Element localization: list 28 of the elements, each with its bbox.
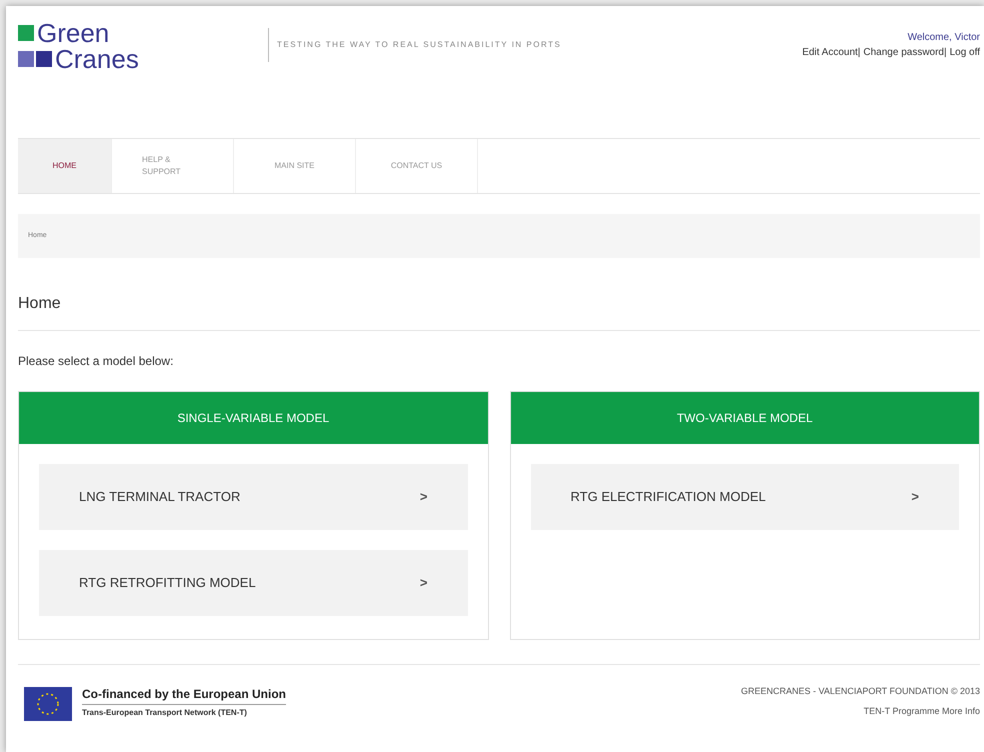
nav-tab[interactable]: HOME [18,139,112,193]
tagline: TESTING THE WAY TO REAL SUSTAINABILITY IN PORTS [277,39,562,51]
logo-square-icon [18,25,34,41]
copyright-text: GREENCRANES - VALENCIAPORT FOUNDATION © 2013 [740,685,980,698]
chevron-text: > [420,488,428,506]
panel-title: TWO-VARIABLE MODEL [676,410,813,427]
eu-flag-icon [24,687,72,721]
intro-text: Please select a model below: [18,354,174,368]
account-link[interactable]: Log off [950,45,980,60]
chevron-text: > [911,488,919,506]
logo-squares-icon [18,51,52,67]
model-button[interactable]: LNG TERMINAL TRACTOR > [39,464,468,530]
model-label: RTG ELECTRIFICATION MODEL [570,488,766,506]
logo-text: Green [37,20,110,46]
page-title: Home [18,295,61,312]
account-link[interactable]: Edit Account| [802,45,860,60]
panel-title: SINGLE-VARIABLE MODEL [177,410,330,427]
account-link[interactable]: Change password| [863,45,947,60]
more-info-link[interactable]: TEN-T Programme More Info [864,704,980,718]
model-label: LNG TERMINAL TRACTOR [79,488,240,506]
welcome-text: Welcome, Victor [908,31,980,45]
model-label: RTG RETROFITTING MODEL [79,574,256,592]
funding-title: Co-financed by the European Union [82,685,286,705]
logo-text: Cranes [55,46,139,72]
funding-subtitle: Trans-European Transport Network (TEN-T) [82,707,248,719]
model-button[interactable]: RTG RETROFITTING MODEL > [39,550,468,616]
model-button[interactable]: RTG ELECTRIFICATION MODEL > [530,464,959,530]
chevron-text: > [420,574,428,592]
